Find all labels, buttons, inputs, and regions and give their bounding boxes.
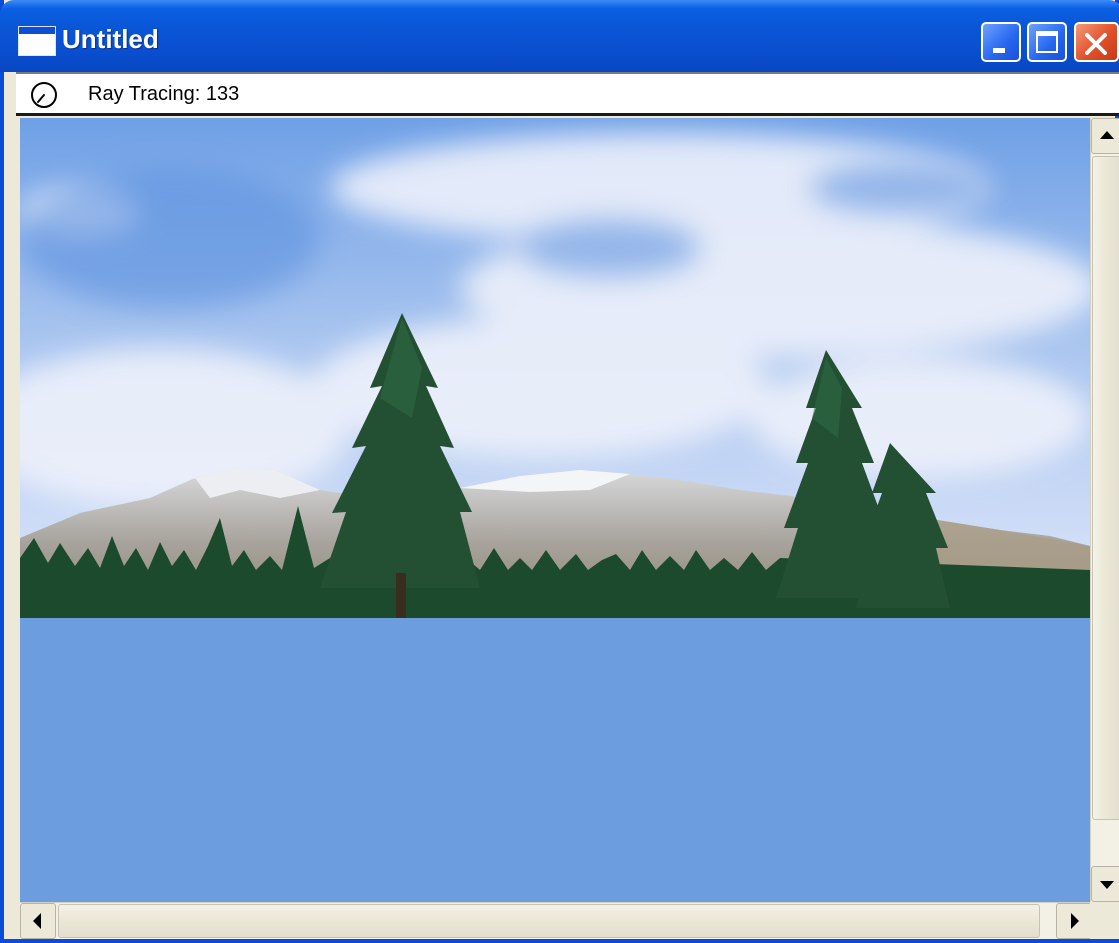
status-bar: Ray Tracing: 133 xyxy=(16,72,1119,116)
minimize-button[interactable] xyxy=(981,22,1021,62)
window-icon xyxy=(18,26,56,56)
vertical-scroll-thumb[interactable] xyxy=(1092,156,1119,820)
scroll-right-button[interactable] xyxy=(1056,903,1092,939)
scroll-left-button[interactable] xyxy=(20,903,56,939)
close-icon xyxy=(1085,33,1107,55)
arrow-left-icon xyxy=(33,913,41,929)
render-viewport xyxy=(20,118,1090,902)
scroll-up-button[interactable] xyxy=(1091,118,1119,154)
size-grip[interactable] xyxy=(1090,902,1119,939)
scroll-down-button[interactable] xyxy=(1091,866,1119,902)
horizontal-scroll-thumb[interactable] xyxy=(58,904,1040,938)
vertical-scrollbar[interactable] xyxy=(1090,118,1119,902)
title-bar[interactable]: Untitled xyxy=(0,0,1119,72)
arrow-right-icon xyxy=(1071,913,1079,929)
app-window: Untitled Ray Tracing: 133 xyxy=(0,0,1119,943)
arrow-up-icon xyxy=(1100,131,1114,139)
maximize-button[interactable] xyxy=(1027,22,1067,62)
window-title: Untitled xyxy=(62,24,159,54)
clock-icon xyxy=(31,82,57,108)
rendered-image xyxy=(20,118,1090,618)
horizontal-scrollbar[interactable] xyxy=(20,902,1092,939)
status-text: Ray Tracing: 133 xyxy=(88,83,240,105)
arrow-down-icon xyxy=(1100,881,1114,889)
close-button[interactable] xyxy=(1074,22,1119,62)
